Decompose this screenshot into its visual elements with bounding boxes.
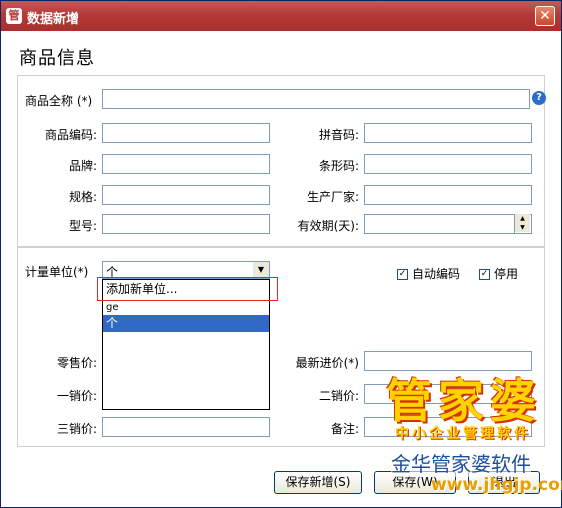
price1-label: 一销价: <box>56 389 97 403</box>
code-input[interactable] <box>102 123 270 143</box>
dropdown-option-ge[interactable]: ge <box>103 301 269 315</box>
spec-label: 规格: <box>68 190 97 204</box>
chevron-down-icon[interactable]: ▼ <box>253 262 269 278</box>
auto-code-label: 自动编码 <box>412 267 461 281</box>
highlight-box <box>97 277 278 301</box>
watermark-tagline: 中小企业管理软件 <box>395 426 531 442</box>
spin-down-icon[interactable]: ▼ <box>515 223 530 232</box>
auto-code-checkbox[interactable]: ✓ 自动编码 <box>397 265 460 282</box>
watermark-url: www.jhgjp.com <box>431 475 562 495</box>
save-new-button[interactable]: 保存新增(S) <box>274 471 362 494</box>
code-label: 商品编码: <box>44 128 97 142</box>
barcode-label: 条形码: <box>318 159 359 173</box>
window-title: 数据新增 <box>27 12 80 27</box>
title-bar[interactable]: 管 数据新增 ✕ <box>1 1 561 31</box>
unit-label: 计量单位(*) <box>25 265 89 279</box>
close-icon: ✕ <box>539 8 551 24</box>
disabled-checkbox[interactable]: ✓ 停用 <box>479 265 518 282</box>
spin-up-icon[interactable]: ▲ <box>515 214 530 223</box>
manufacturer-input[interactable] <box>364 185 532 205</box>
section-title: 商品信息 <box>19 48 95 69</box>
shelf-life-input[interactable] <box>364 214 532 234</box>
model-label: 型号: <box>68 219 97 233</box>
latest-purchase-price-label: 最新进价(*) <box>295 356 359 370</box>
watermark-brand-logo: 管家婆 <box>386 374 542 428</box>
close-button[interactable]: ✕ <box>535 6 555 26</box>
check-icon[interactable]: ✓ <box>479 269 490 280</box>
dropdown-option-ge-selected[interactable]: 个 <box>103 315 269 332</box>
shelf-life-label: 有效期(天): <box>297 219 359 233</box>
help-icon[interactable]: ? <box>532 91 546 105</box>
full-name-label: 商品全称 (*) <box>25 94 93 108</box>
brand-input[interactable] <box>102 154 270 174</box>
full-name-input[interactable] <box>102 89 530 109</box>
watermark-company: 金华管家婆软件 <box>391 448 531 477</box>
app-logo-icon: 管 <box>6 8 22 24</box>
remark-label: 备注: <box>330 422 359 436</box>
price3-label: 三销价: <box>56 422 97 436</box>
barcode-input[interactable] <box>364 154 532 174</box>
pinyin-input[interactable] <box>364 123 532 143</box>
retail-price-label: 零售价: <box>56 356 97 370</box>
disabled-label: 停用 <box>494 267 519 281</box>
check-icon[interactable]: ✓ <box>397 269 408 280</box>
price2-label: 二销价: <box>318 389 359 403</box>
model-input[interactable] <box>102 214 270 234</box>
manufacturer-label: 生产厂家: <box>306 190 359 204</box>
dialog-window: 管 数据新增 ✕ 商品信息 商品全称 (*) ? 商品编码: 品牌: 规格: 型… <box>0 0 562 508</box>
pinyin-label: 拼音码: <box>318 128 359 142</box>
shelf-life-spinner[interactable]: ▲ ▼ <box>514 214 530 234</box>
price3-input[interactable] <box>102 417 270 437</box>
spec-input[interactable] <box>102 185 270 205</box>
brand-label: 品牌: <box>68 159 97 173</box>
